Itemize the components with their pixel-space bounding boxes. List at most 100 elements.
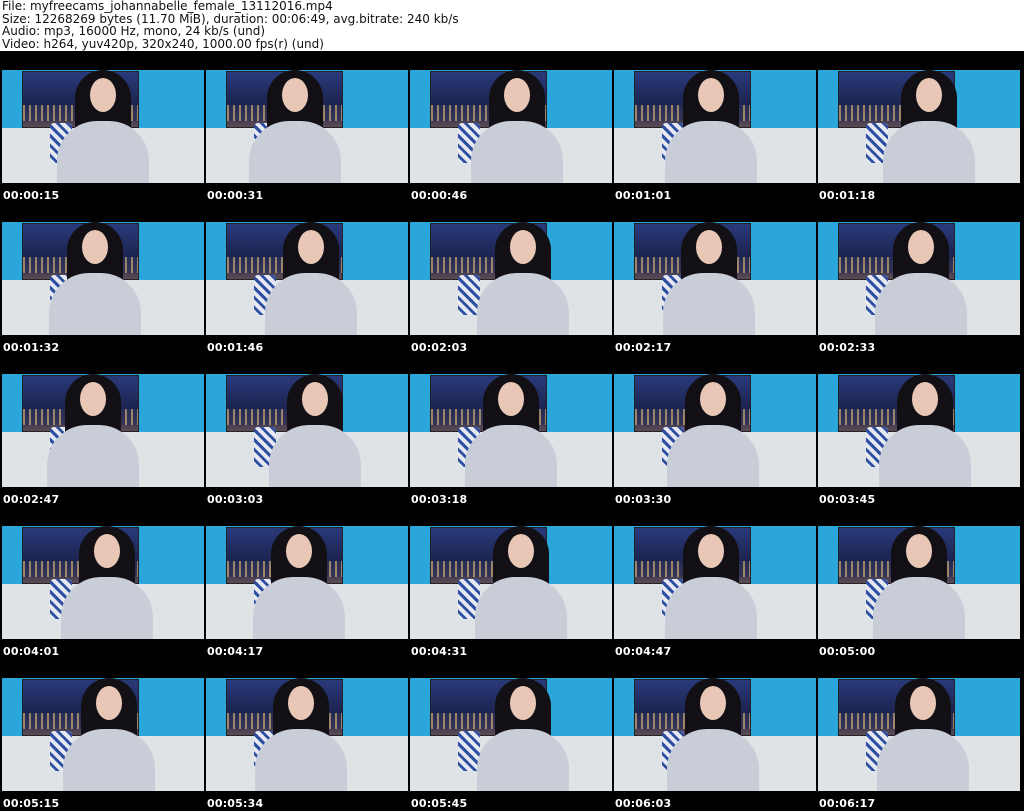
video-frame-thumbnail	[614, 678, 816, 791]
video-frame-thumbnail	[614, 374, 816, 487]
person-face	[90, 78, 116, 112]
person-face	[298, 230, 324, 264]
timestamp: 00:02:03	[411, 341, 468, 354]
person-body	[879, 425, 971, 487]
timestamp: 00:03:30	[615, 493, 672, 506]
person-face	[916, 78, 942, 112]
thumbnail-cell: 00:06:17	[818, 659, 1020, 811]
video-frame-thumbnail	[818, 222, 1020, 335]
timestamp: 00:01:18	[819, 189, 876, 202]
thumbnail-cell: 00:01:01	[614, 51, 816, 203]
person-body	[465, 425, 557, 487]
video-frame-thumbnail	[818, 526, 1020, 639]
thumbnail-cell: 00:05:00	[818, 507, 1020, 659]
person-face	[302, 382, 328, 416]
person-face	[700, 686, 726, 720]
person-body	[873, 577, 965, 639]
person-body	[255, 729, 347, 791]
timestamp: 00:02:17	[615, 341, 672, 354]
person-body	[253, 577, 345, 639]
thumbnail-cell: 00:04:31	[410, 507, 612, 659]
timestamp: 00:04:47	[615, 645, 672, 658]
timestamp: 00:00:31	[207, 189, 264, 202]
video-frame-thumbnail	[818, 70, 1020, 183]
video-frame-thumbnail	[206, 678, 408, 791]
thumbnail-cell: 00:01:32	[2, 203, 204, 355]
thumbnail-grid: 00:00:15 00:00:31 00:00:46 00:01:01 00:0…	[0, 51, 1024, 811]
video-frame-thumbnail	[614, 526, 816, 639]
thumbnail-cell: 00:04:01	[2, 507, 204, 659]
person-body	[477, 273, 569, 335]
person-face	[286, 534, 312, 568]
person-body	[249, 121, 341, 183]
person-body	[883, 121, 975, 183]
timestamp: 00:02:33	[819, 341, 876, 354]
thumbnail-cell: 00:05:15	[2, 659, 204, 811]
timestamp: 00:03:18	[411, 493, 468, 506]
video-info: Video: h264, yuv420p, 320x240, 1000.00 f…	[2, 36, 324, 51]
thumbnail-cell: 00:04:17	[206, 507, 408, 659]
timestamp: 00:01:01	[615, 189, 672, 202]
timestamp: 00:04:17	[207, 645, 264, 658]
video-frame-thumbnail	[410, 526, 612, 639]
timestamp: 00:05:00	[819, 645, 876, 658]
video-frame-thumbnail	[410, 678, 612, 791]
person-face	[698, 534, 724, 568]
person-face	[498, 382, 524, 416]
person-face	[288, 686, 314, 720]
thumbnail-cell: 00:02:47	[2, 355, 204, 507]
video-frame-thumbnail	[2, 374, 204, 487]
thumbnail-cell: 00:01:18	[818, 51, 1020, 203]
video-frame-thumbnail	[818, 678, 1020, 791]
file-info-header: File: myfreecams_johannabelle_female_131…	[2, 0, 459, 50]
person-body	[265, 273, 357, 335]
person-body	[877, 729, 969, 791]
video-frame-thumbnail	[614, 70, 816, 183]
video-frame-thumbnail	[614, 222, 816, 335]
video-frame-thumbnail	[410, 374, 612, 487]
timestamp: 00:05:15	[3, 797, 60, 810]
video-frame-thumbnail	[2, 526, 204, 639]
person-body	[269, 425, 361, 487]
timestamp: 00:01:32	[3, 341, 60, 354]
file-name: File: myfreecams_johannabelle_female_131…	[2, 0, 333, 13]
person-body	[665, 577, 757, 639]
person-body	[61, 577, 153, 639]
person-body	[663, 273, 755, 335]
person-face	[82, 230, 108, 264]
person-face	[282, 78, 308, 112]
audio-info: Audio: mp3, 16000 Hz, mono, 24 kb/s (und…	[2, 24, 266, 38]
timestamp: 00:00:46	[411, 189, 468, 202]
timestamp: 00:05:45	[411, 797, 468, 810]
person-body	[475, 577, 567, 639]
person-body	[47, 425, 139, 487]
video-frame-thumbnail	[206, 374, 408, 487]
video-frame-thumbnail	[206, 222, 408, 335]
person-face	[908, 230, 934, 264]
thumbnail-cell: 00:03:18	[410, 355, 612, 507]
person-body	[667, 425, 759, 487]
timestamp: 00:02:47	[3, 493, 60, 506]
thumbnail-cell: 00:00:46	[410, 51, 612, 203]
person-face	[94, 534, 120, 568]
person-face	[700, 382, 726, 416]
thumbnail-cell: 00:03:30	[614, 355, 816, 507]
person-body	[875, 273, 967, 335]
person-face	[510, 230, 536, 264]
person-face	[80, 382, 106, 416]
thumbnail-cell: 00:04:47	[614, 507, 816, 659]
person-face	[698, 78, 724, 112]
thumbnail-cell: 00:01:46	[206, 203, 408, 355]
thumbnail-cell: 00:02:33	[818, 203, 1020, 355]
person-face	[510, 686, 536, 720]
thumbnail-cell: 00:03:03	[206, 355, 408, 507]
video-frame-thumbnail	[206, 70, 408, 183]
timestamp: 00:00:15	[3, 189, 60, 202]
person-body	[57, 121, 149, 183]
timestamp: 00:06:17	[819, 797, 876, 810]
video-frame-thumbnail	[206, 526, 408, 639]
timestamp: 00:01:46	[207, 341, 264, 354]
person-face	[504, 78, 530, 112]
person-body	[667, 729, 759, 791]
person-body	[477, 729, 569, 791]
